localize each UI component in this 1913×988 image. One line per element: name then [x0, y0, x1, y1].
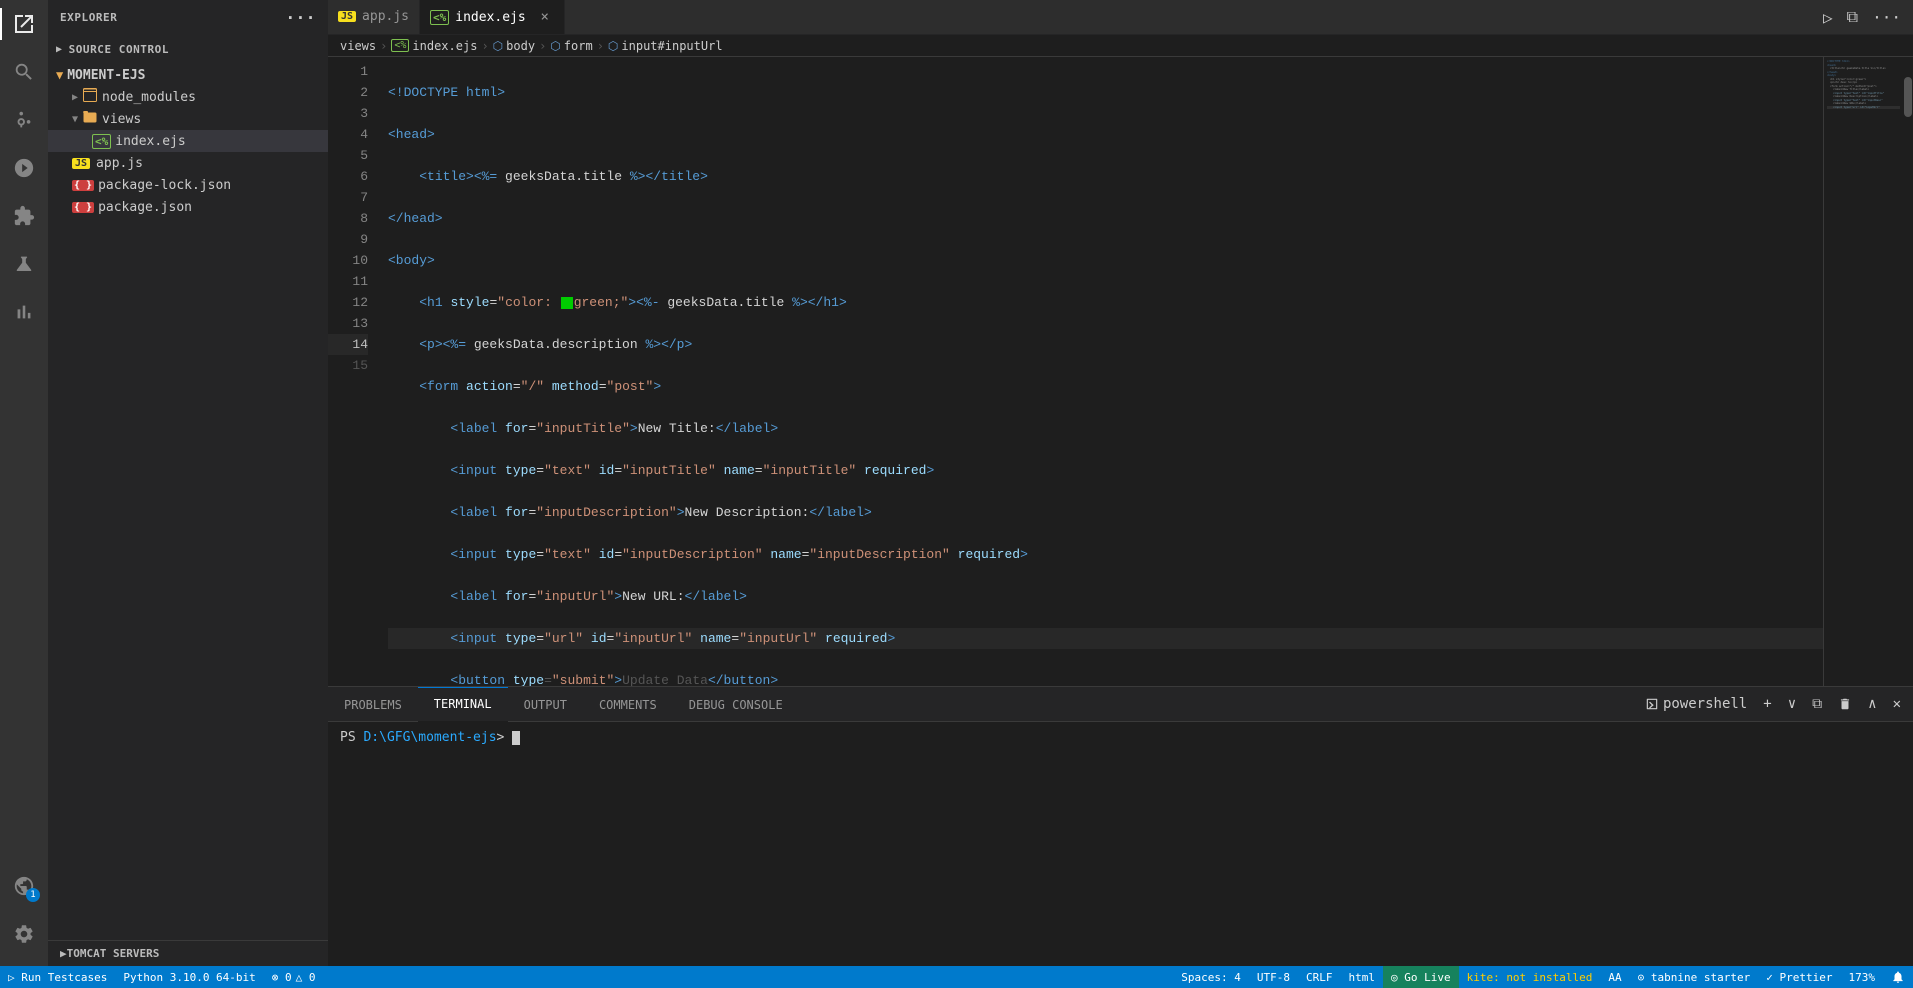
zoom-item[interactable]: 173% [1841, 966, 1884, 988]
tab-index-ejs[interactable]: <% index.ejs × [420, 0, 565, 34]
package-lock-label: package-lock.json [98, 178, 231, 193]
tree-views[interactable]: ▼ views [48, 108, 328, 130]
tab-app-js[interactable]: JS app.js [328, 0, 420, 34]
code-content[interactable]: <!DOCTYPE html> <head> <title><%= geeksD… [380, 57, 1823, 686]
tree-app-js[interactable]: JS app.js [48, 152, 328, 174]
source-control-label: SOURCE CONTROL [69, 43, 169, 56]
tab-app-js-label: app.js [362, 9, 409, 24]
testing-activity-icon[interactable] [0, 240, 48, 288]
tree-node-modules[interactable]: ▶ node_modules [48, 86, 328, 108]
explorer-header[interactable]: EXPLORER ··· [48, 0, 328, 35]
powershell-label: powershell [1663, 696, 1747, 712]
file-tree: ▼ MOMENT-EJS ▶ node_modules ▼ views [48, 64, 328, 940]
terminal-gt: > [497, 730, 513, 745]
status-bar-right: Spaces: 4 UTF-8 CRLF html ◎ Go Live kite… [1173, 966, 1913, 988]
terminal-close-btn[interactable]: ✕ [1889, 694, 1905, 714]
project-root[interactable]: ▼ MOMENT-EJS [48, 64, 328, 86]
tabnine-item[interactable]: ⊙ tabnine starter [1630, 966, 1759, 988]
tree-package-lock[interactable]: { } package-lock.json [48, 174, 328, 196]
kite-item[interactable]: kite: not installed [1459, 966, 1601, 988]
bottom-panel: PROBLEMS TERMINAL OUTPUT COMMENTS DEBUG … [328, 686, 1913, 966]
scrollbar-vertical[interactable] [1903, 57, 1913, 686]
source-control-chevron: ▶ [56, 44, 63, 55]
remote-badge: 1 [26, 888, 40, 902]
settings-activity-icon[interactable] [0, 910, 48, 958]
python-version-item[interactable]: Python 3.10.0 64-bit [115, 966, 263, 988]
terminal-split-btn[interactable]: ⧉ [1808, 694, 1826, 714]
tree-index-ejs[interactable]: <% index.ejs [48, 130, 328, 152]
line-numbers: 1 2 3 4 5 6 7 8 9 10 11 12 13 14 15 [328, 57, 380, 686]
search-activity-icon[interactable] [0, 48, 48, 96]
breadcrumb-index-ejs[interactable]: <% index.ejs [391, 39, 477, 53]
terminal-trash-btn[interactable] [1834, 695, 1856, 713]
tomcat-chevron: ▶ [60, 947, 67, 960]
split-editor-icon[interactable]: ⧉ [1843, 3, 1862, 31]
breadcrumb-input[interactable]: ⬡ input#inputUrl [608, 39, 723, 53]
project-name: MOMENT-EJS [67, 68, 145, 83]
extensions-activity-icon[interactable] [0, 192, 48, 240]
line-ending-item[interactable]: CRLF [1298, 966, 1341, 988]
status-bar: ▷ Run Testcases Python 3.10.0 64-bit ⊗ 0… [0, 966, 1913, 988]
package-json-label: package.json [98, 200, 192, 215]
tab-bar: JS app.js <% index.ejs × ▷ ⧉ ··· [328, 0, 1913, 35]
errors-warnings-item[interactable]: ⊗ 0 △ 0 [264, 966, 324, 988]
charts-activity-icon[interactable] [0, 288, 48, 336]
activity-bar: 1 [0, 0, 48, 966]
terminal-add-btn[interactable]: + [1759, 694, 1775, 714]
go-live-item[interactable]: ◎ Go Live [1383, 966, 1459, 988]
run-tab-icon[interactable]: ▷ [1819, 4, 1837, 31]
language-item[interactable]: html [1340, 966, 1383, 988]
breadcrumb: views › <% index.ejs › ⬡ body › ⬡ form ›… [328, 35, 1913, 57]
breadcrumb-views[interactable]: views [340, 39, 376, 53]
views-label: views [102, 112, 141, 127]
source-control-activity-icon[interactable] [0, 96, 48, 144]
font-size-item[interactable]: AA [1600, 966, 1629, 988]
notifications-item[interactable] [1883, 966, 1913, 988]
tree-package-json[interactable]: { } package.json [48, 196, 328, 218]
tab-output[interactable]: OUTPUT [508, 687, 583, 722]
terminal-cursor [512, 731, 520, 745]
tab-index-ejs-label: index.ejs [455, 10, 525, 25]
tab-comments[interactable]: COMMENTS [583, 687, 673, 722]
panel-right-actions: powershell + ∨ ⧉ ∧ ✕ [1641, 694, 1913, 714]
run-debug-activity-icon[interactable] [0, 144, 48, 192]
terminal-prompt: PS D:\GFG\moment-ejs> [340, 730, 520, 745]
node-modules-label: node_modules [102, 90, 196, 105]
app-js-label: app.js [96, 156, 143, 171]
tab-terminal[interactable]: TERMINAL [418, 687, 508, 722]
remote-activity-icon[interactable]: 1 [0, 862, 48, 910]
terminal-chevron-down[interactable]: ∨ [1784, 694, 1800, 714]
explorer-label: EXPLORER [60, 11, 117, 24]
explorer-activity-icon[interactable] [0, 0, 48, 48]
tomcat-label: TOMCAT SERVERS [67, 947, 160, 960]
terminal-content[interactable]: PS D:\GFG\moment-ejs> [328, 722, 1913, 966]
editor-area: JS app.js <% index.ejs × ▷ ⧉ ··· views [328, 0, 1913, 686]
terminal-shell-label[interactable]: powershell [1641, 694, 1751, 714]
tab-bar-actions: ▷ ⧉ ··· [1819, 0, 1913, 34]
source-control-section[interactable]: ▶ SOURCE CONTROL [48, 35, 328, 64]
spaces-item[interactable]: Spaces: 4 [1173, 966, 1249, 988]
breadcrumb-body[interactable]: ⬡ body [493, 39, 535, 53]
tab-problems[interactable]: PROBLEMS [328, 687, 418, 722]
explorer-menu-icon[interactable]: ··· [285, 8, 316, 27]
more-actions-icon[interactable]: ··· [1868, 4, 1905, 31]
code-editor[interactable]: 1 2 3 4 5 6 7 8 9 10 11 12 13 14 15 <!DO… [328, 57, 1913, 686]
index-ejs-label: index.ejs [115, 134, 185, 149]
status-bar-left: ▷ Run Testcases Python 3.10.0 64-bit ⊗ 0… [0, 966, 324, 988]
prettier-item[interactable]: ✓ Prettier [1758, 966, 1840, 988]
tab-debug-console[interactable]: DEBUG CONSOLE [673, 687, 799, 722]
encoding-item[interactable]: UTF-8 [1249, 966, 1298, 988]
tab-close-index-ejs[interactable]: × [536, 8, 554, 26]
sidebar: EXPLORER ··· ▶ SOURCE CONTROL ▼ MOMENT-E… [48, 0, 328, 966]
terminal-ps-prefix: PS [340, 730, 363, 745]
breadcrumb-form[interactable]: ⬡ form [550, 39, 592, 53]
panel-tabs: PROBLEMS TERMINAL OUTPUT COMMENTS DEBUG … [328, 687, 1913, 722]
run-testcases-btn[interactable]: ▷ Run Testcases [0, 966, 115, 988]
terminal-chevron-up[interactable]: ∧ [1864, 694, 1880, 714]
minimap: <!DOCTYPE html> <head> <title><%= geeksD… [1823, 57, 1903, 686]
tomcat-section[interactable]: ▶ TOMCAT SERVERS [48, 940, 328, 966]
terminal-path: D:\GFG\moment-ejs [363, 730, 496, 745]
